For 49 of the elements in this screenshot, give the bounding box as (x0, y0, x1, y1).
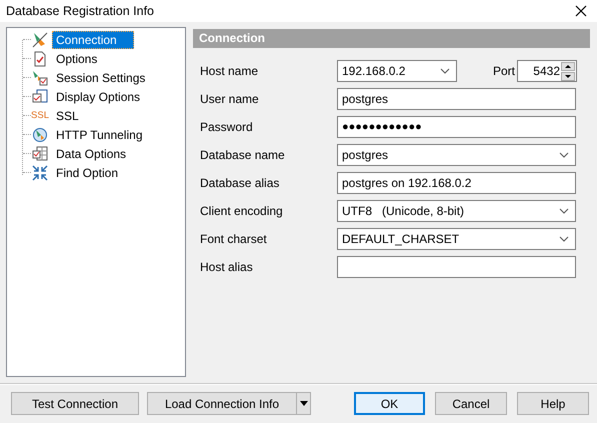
dropdown-field[interactable]: DEFAULT_CHARSET (337, 228, 576, 250)
field-label: Host alias (200, 260, 254, 274)
field-label: Font charset (200, 232, 268, 246)
close-icon[interactable] (575, 5, 587, 17)
plug-check-icon (32, 70, 48, 86)
dialog-button[interactable]: Help (517, 392, 589, 415)
tree-item[interactable]: Data Options (52, 144, 130, 162)
field-label: Database alias (200, 176, 280, 190)
tree-item[interactable]: Find Option (52, 164, 122, 182)
section-header: Connection (193, 29, 590, 48)
arrows-inward-icon (32, 164, 48, 180)
field-label: Client encoding (200, 204, 284, 218)
window-title: Database Registration Info (6, 4, 154, 18)
tree-item[interactable]: Display Options (52, 88, 144, 106)
dropdown-button[interactable] (297, 392, 311, 415)
chevron-down-icon (559, 152, 569, 158)
dropdown-field[interactable]: 192.168.0.2 (337, 60, 457, 82)
caret-icon (300, 401, 308, 406)
tree-item[interactable]: Options (52, 50, 102, 68)
input-field[interactable]: postgres (337, 88, 576, 110)
field-label: Password (200, 120, 254, 134)
spin-up-icon[interactable] (561, 62, 575, 70)
input-field[interactable]: postgres on 192.168.0.2 (337, 172, 576, 194)
field-label: Port (493, 64, 516, 78)
spin-down-icon[interactable] (561, 72, 575, 80)
ssl-icon: SSL (31, 110, 49, 121)
field-label: User name (200, 92, 260, 106)
chevron-down-icon (559, 236, 569, 242)
dropdown-field[interactable]: postgres (337, 144, 576, 166)
tree-item[interactable]: HTTP Tunneling (52, 126, 146, 144)
load-connection-button[interactable]: Load Connection Info (147, 392, 297, 415)
tree-item[interactable]: Connection (52, 30, 134, 48)
chevron-down-icon (559, 208, 569, 214)
window-check-icon (32, 88, 48, 104)
tree-item[interactable]: Session Settings (52, 68, 150, 86)
plug-icon (32, 32, 48, 48)
spin-field[interactable]: 5432 (517, 60, 577, 82)
field-label: Host name (200, 64, 260, 78)
tree-item[interactable]: SSL (52, 106, 83, 124)
input-field[interactable] (337, 256, 576, 278)
chevron-down-icon (440, 68, 450, 74)
globe-plug-icon (32, 126, 48, 142)
password-field[interactable]: ●●●●●●●●●●●● (337, 116, 576, 138)
dropdown-field[interactable]: UTF8 (Unicode, 8-bit) (337, 200, 576, 222)
dialog-button[interactable]: Test Connection (11, 392, 139, 415)
field-label: Database name (200, 148, 286, 162)
dialog-button[interactable]: OK (354, 392, 425, 415)
checklist-page-icon (32, 50, 48, 66)
dialog-button[interactable]: Cancel (435, 392, 507, 415)
